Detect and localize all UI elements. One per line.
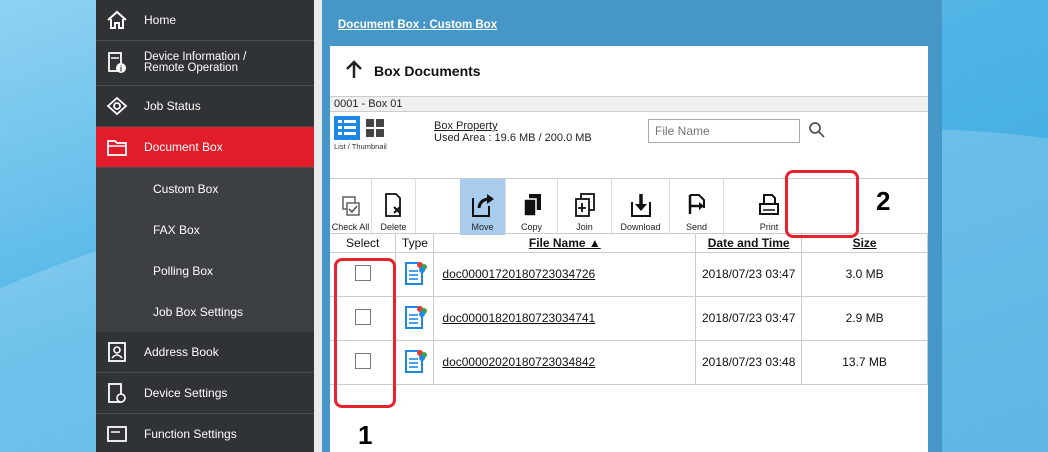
delete-icon — [384, 193, 401, 217]
date-cell: 2018/07/23 03:47 — [695, 296, 803, 341]
sidebar-item-document-box[interactable]: Document Box — [96, 127, 314, 168]
toolbar-label: Check All — [331, 222, 370, 232]
move-icon — [471, 194, 494, 217]
search-icon[interactable] — [808, 121, 826, 144]
sidebar-item-label-line2: Remote Operation — [144, 62, 238, 74]
send-button[interactable]: Send — [670, 179, 724, 235]
size-cell: 13.7 MB — [801, 340, 928, 385]
file-table: Select Type File Name ▲ Date and Time Si… — [330, 234, 928, 385]
sidebar-item-address-book[interactable]: Address Book — [96, 332, 314, 373]
delete-button[interactable]: Delete — [372, 179, 416, 235]
svg-text:i: i — [120, 65, 122, 74]
send-icon — [688, 194, 705, 214]
sidebar-item-label: Function Settings — [144, 427, 237, 441]
join-button[interactable]: Join — [558, 179, 612, 235]
table-row: doc00001720180723034726 2018/07/23 03:47… — [330, 252, 928, 297]
sidebar: Home i Device Information / Remote Opera… — [96, 0, 314, 452]
document-icon — [404, 305, 427, 329]
download-button[interactable]: Download — [612, 179, 670, 235]
column-header-file-name[interactable]: File Name ▲ — [433, 234, 697, 253]
device-settings-icon — [106, 382, 128, 404]
checkbox-highlight — [334, 258, 396, 408]
print-icon — [759, 194, 779, 215]
column-header-date[interactable]: Date and Time — [695, 234, 803, 253]
folder-icon — [106, 136, 128, 158]
sidebar-item-label: Device Settings — [144, 386, 228, 400]
sidebar-item-home[interactable]: Home — [96, 0, 314, 41]
type-cell — [395, 340, 435, 385]
copy-button[interactable]: Copy — [506, 179, 558, 235]
toolbar-label: Delete — [380, 222, 407, 232]
sidebar-subitem-label: Job Box Settings — [153, 304, 244, 319]
document-icon — [404, 349, 427, 373]
join-icon — [574, 193, 595, 217]
breadcrumb[interactable]: Document Box : Custom Box — [338, 19, 497, 31]
file-name-search-input[interactable] — [648, 119, 800, 143]
sidebar-item-job-status[interactable]: Job Status — [96, 86, 314, 127]
toolbar-label: Join — [576, 222, 593, 232]
sidebar-item-device-information[interactable]: i Device Information / Remote Operation — [96, 41, 314, 86]
view-toggle[interactable]: List / Thumbnail — [334, 116, 387, 151]
toolbar-label: Send — [685, 222, 708, 232]
document-icon — [404, 261, 427, 285]
callout-number-2: 2 — [876, 186, 891, 216]
sidebar-item-label: Home — [144, 13, 177, 27]
print-highlight — [785, 170, 859, 238]
date-cell: 2018/07/23 03:48 — [695, 340, 803, 385]
device-info-icon: i — [106, 52, 128, 74]
sidebar-item-label: Address Book — [144, 345, 219, 359]
sidebar-item-label: Job Status — [144, 99, 201, 113]
sidebar-divider — [314, 0, 322, 452]
back-arrow-icon[interactable] — [344, 59, 364, 83]
address-book-icon — [106, 341, 128, 363]
table-row: doc00001820180723034741 2018/07/23 03:47… — [330, 296, 928, 341]
page-title: Box Documents — [374, 63, 481, 79]
sidebar-subitem-polling-box[interactable]: Polling Box — [96, 250, 314, 291]
type-cell — [395, 296, 435, 341]
function-settings-icon — [106, 423, 128, 445]
sidebar-subitem-label: FAX Box — [153, 222, 200, 237]
panel-header: Box Documents — [330, 46, 928, 96]
box-property-info: Box Property Used Area : 19.6 MB / 200.0… — [434, 120, 592, 144]
table-row: doc00002020180723034842 2018/07/23 03:48… — [330, 340, 928, 385]
column-header-select: Select — [330, 234, 397, 253]
toolbar-label: Download — [620, 222, 661, 232]
callout-number-1: 1 — [358, 420, 373, 450]
size-cell: 3.0 MB — [801, 252, 928, 297]
file-name-link[interactable]: doc00001820180723034741 — [433, 296, 697, 341]
file-name-link[interactable]: doc00002020180723034842 — [433, 340, 697, 385]
sidebar-subitem-job-box-settings[interactable]: Job Box Settings — [96, 291, 314, 332]
file-name-link[interactable]: doc00001720180723034726 — [433, 252, 697, 297]
home-icon — [106, 9, 128, 31]
sidebar-subitem-label: Custom Box — [153, 181, 219, 196]
sidebar-item-function-settings[interactable]: Function Settings — [96, 414, 314, 452]
box-property-link[interactable]: Box Property — [434, 120, 498, 132]
box-property-bar: List / Thumbnail Box Property Used Area … — [330, 112, 928, 156]
move-button[interactable]: Move — [460, 179, 506, 235]
toolbar-label: Copy — [520, 222, 542, 232]
sidebar-subitem-custom-box[interactable]: Custom Box — [96, 168, 314, 209]
copy-icon — [522, 194, 541, 217]
view-toggle-label: List / Thumbnail — [334, 142, 387, 151]
toolbar-label: Print — [759, 222, 779, 232]
sidebar-subitem-fax-box[interactable]: FAX Box — [96, 209, 314, 250]
box-documents-panel: Box Documents 0001 - Box 01 List / Thumb… — [330, 46, 928, 452]
toolbar-label: Move — [471, 222, 494, 232]
check-all-icon — [341, 196, 360, 216]
sidebar-subitem-label: Polling Box — [153, 263, 214, 278]
download-icon — [630, 194, 651, 217]
type-cell — [395, 252, 435, 297]
sidebar-item-label: Document Box — [144, 140, 223, 154]
date-cell: 2018/07/23 03:47 — [695, 252, 803, 297]
sidebar-item-device-settings[interactable]: Device Settings — [96, 373, 314, 414]
column-header-type: Type — [395, 234, 435, 253]
box-name-bar: 0001 - Box 01 — [330, 96, 928, 112]
eye-icon — [106, 95, 128, 117]
check-all-button[interactable]: Check All — [330, 179, 372, 235]
used-area: Used Area : 19.6 MB / 200.0 MB — [434, 132, 592, 144]
size-cell: 2.9 MB — [801, 296, 928, 341]
